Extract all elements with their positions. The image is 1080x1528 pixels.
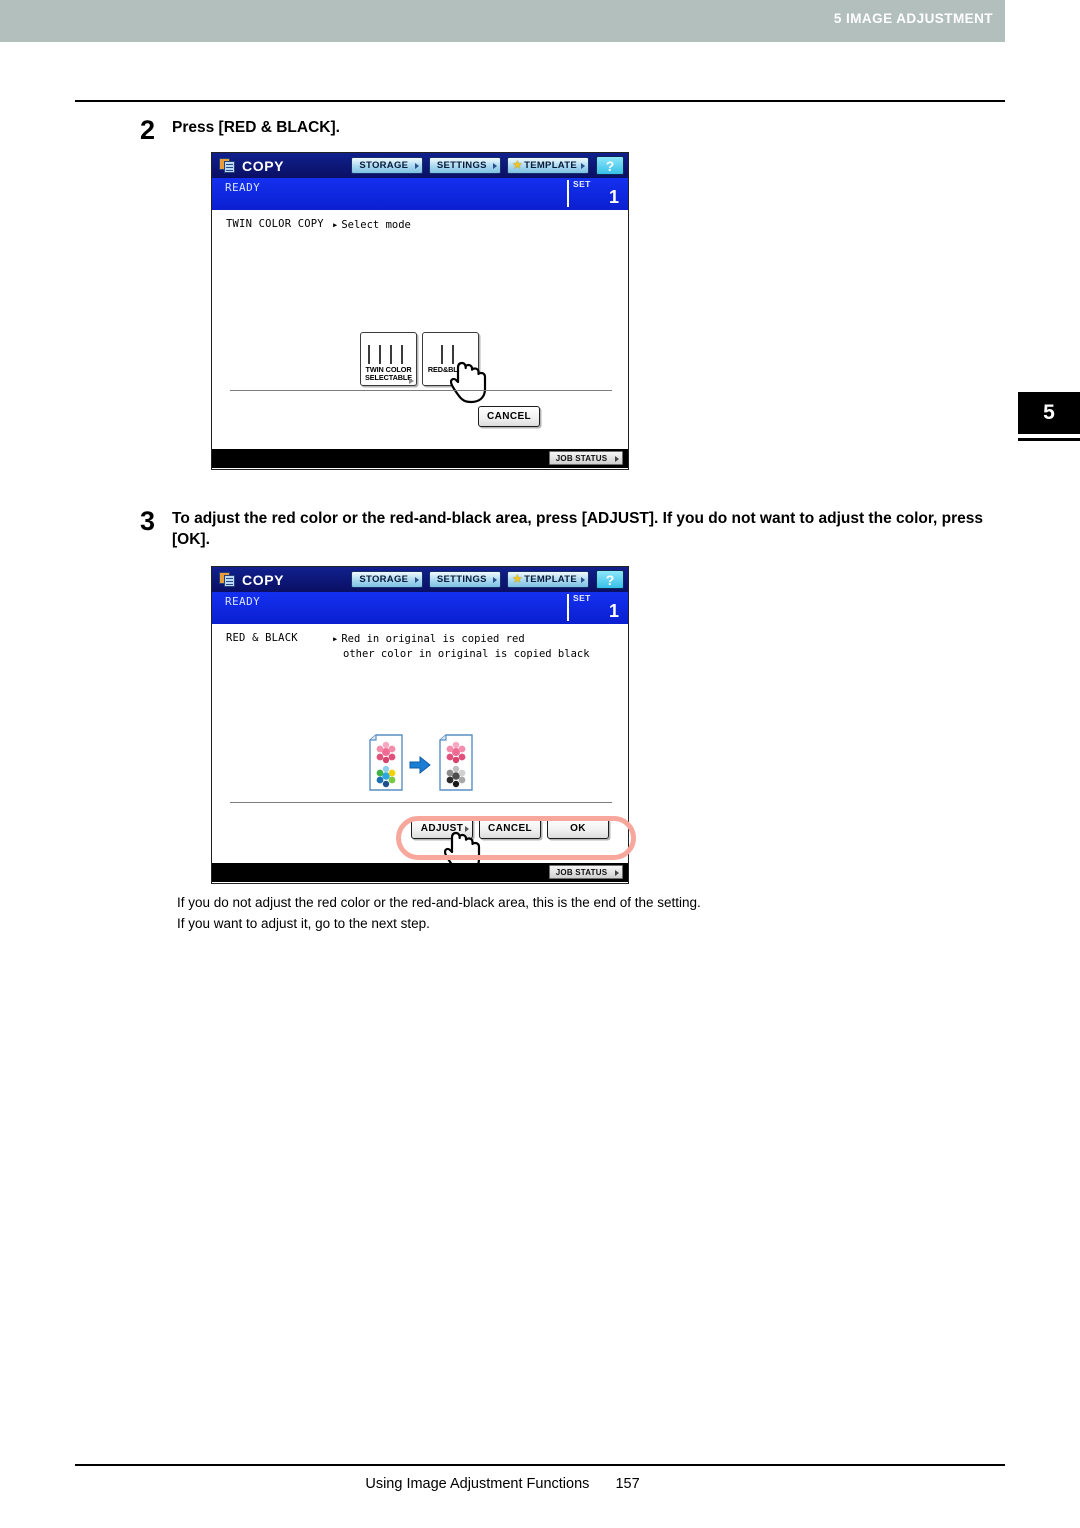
panel1-cancel-button[interactable]: CANCEL (478, 406, 540, 427)
panel1-settings-label: SETTINGS (436, 160, 487, 171)
chevron-right-icon (414, 577, 419, 583)
panel2-job-status-button[interactable]: JOB STATUS (549, 865, 623, 879)
toner-magenta-icon (378, 345, 388, 364)
panel1-mode-desc-text: Select mode (341, 219, 411, 231)
step-2-number: 2 (140, 115, 156, 145)
panel2-job-status-label: JOB STATUS (555, 867, 608, 877)
panel1-settings-button[interactable]: SETTINGS (428, 157, 501, 174)
panel2-storage-button[interactable]: STORAGE (350, 571, 423, 588)
chevron-right-icon (414, 163, 419, 169)
closing-note: If you do not adjust the red color or th… (177, 893, 977, 935)
panel2-settings-button[interactable]: SETTINGS (428, 571, 501, 588)
toner-red-icon (440, 345, 450, 364)
panel2-set-label: SET (573, 593, 591, 603)
panel1-mode-title: TWIN COLOR COPY (226, 218, 324, 230)
chevron-right-icon (615, 455, 619, 462)
color-document-icon (369, 734, 403, 791)
star-icon: ★ (512, 160, 523, 171)
right-arrow-icon (409, 755, 431, 775)
running-header-band: 5 IMAGE ADJUSTMENT (0, 0, 1005, 42)
panel1-template-button[interactable]: ★ TEMPLATE (506, 157, 589, 174)
panel1-storage-label: STORAGE (359, 160, 409, 171)
closing-note-line2: If you want to adjust it, go to the next… (177, 915, 430, 931)
panel1-set-label: SET (573, 179, 591, 189)
toner-yellow-icon (367, 345, 377, 364)
twin-color-toner-icons (361, 336, 416, 364)
closing-note-line1: If you do not adjust the red color or th… (177, 895, 701, 910)
panel1-status-bar: READY SET 1 (212, 178, 628, 210)
panel1-body: TWIN COLOR COPY ▸ Select mode TWIN COLOR … (212, 210, 628, 449)
panel2-divider (230, 802, 612, 803)
panel1-divider (230, 390, 612, 391)
button-group-highlight (396, 816, 636, 860)
pointing-hand-cursor (450, 361, 487, 404)
panel1-template-label: TEMPLATE (524, 160, 577, 171)
toner-black-icon (400, 345, 410, 364)
panel1-storage-button[interactable]: STORAGE (350, 157, 423, 174)
panel1-footer-bar: JOB STATUS (212, 449, 628, 468)
copy-documents-icon (219, 158, 236, 173)
star-icon: ★ (512, 574, 523, 585)
page-footer: Using Image Adjustment Functions 157 (0, 1476, 1005, 1492)
panel1-mode-desc: ▸ Select mode (332, 218, 411, 233)
panel2-title-bar: COPY STORAGE SETTINGS ★ TEMPLATE ? (212, 567, 628, 592)
step-3-number: 3 (140, 506, 156, 536)
twin-color-selectable-label: TWIN COLOR SELECTABLE (361, 364, 416, 382)
panel2-status-text: READY (225, 595, 261, 608)
red-black-preview-illustration (369, 734, 473, 791)
bullet-arrow-icon: ▸ (332, 633, 339, 645)
twin-color-selectable-button[interactable]: TWIN COLOR SELECTABLE (360, 332, 417, 386)
panel1-set-value: 1 (608, 187, 619, 207)
step-2: 2 Press [RED & BLACK]. (140, 117, 840, 144)
panel1-set-counter: SET 1 (567, 179, 623, 209)
page-footer-title: Using Image Adjustment Functions (365, 1476, 590, 1492)
chevron-right-icon (615, 869, 619, 876)
step-3-text: To adjust the red color or the red-and-b… (172, 510, 984, 549)
chevron-right-icon (492, 163, 497, 169)
toner-cyan-icon (389, 345, 399, 364)
panel2-description: ▸ Red in original is copied red other colo… (332, 632, 590, 662)
panel2-desc-line2: other color in original is copied black (343, 647, 590, 660)
chevron-right-icon (581, 163, 585, 169)
panel2-help-button[interactable]: ? (596, 570, 624, 589)
panel2-app-name: COPY (242, 571, 285, 588)
red-black-document-icon (439, 734, 473, 791)
copier-touch-panel-1[interactable]: COPY STORAGE SETTINGS ★ TEMPLATE ? READY… (211, 152, 629, 470)
panel1-status-text: READY (225, 181, 261, 194)
panel2-set-counter: SET 1 (567, 593, 623, 623)
chevron-right-icon (409, 378, 414, 384)
panel2-storage-label: STORAGE (359, 574, 409, 585)
panel2-set-value: 1 (608, 601, 619, 621)
panel1-title-bar: COPY STORAGE SETTINGS ★ TEMPLATE ? (212, 153, 628, 178)
panel2-desc-line1: Red in original is copied red (341, 633, 525, 645)
chevron-right-icon (492, 577, 497, 583)
panel2-settings-label: SETTINGS (436, 574, 487, 585)
page-number: 157 (615, 1476, 640, 1492)
panel1-job-status-button[interactable]: JOB STATUS (549, 451, 623, 465)
chevron-right-icon (581, 577, 585, 583)
twin-color-label-line2: SELECTABLE (364, 372, 413, 382)
panel2-footer-bar: JOB STATUS (212, 863, 628, 882)
panel1-app-name: COPY (242, 157, 285, 174)
content-top-rule (75, 100, 1005, 102)
copy-documents-icon (219, 572, 236, 587)
bullet-arrow-icon: ▸ (332, 219, 339, 231)
step-3: 3 To adjust the red color or the red-and… (140, 508, 1020, 551)
content-bottom-rule (75, 1464, 1005, 1466)
panel2-status-bar: READY SET 1 (212, 592, 628, 624)
running-header-title: 5 IMAGE ADJUSTMENT (833, 11, 993, 26)
step-2-text: Press [RED & BLACK]. (172, 119, 340, 136)
panel1-job-status-label: JOB STATUS (555, 453, 608, 463)
panel2-template-label: TEMPLATE (524, 574, 577, 585)
chapter-tab-rule (1018, 438, 1080, 441)
panel2-mode-title: RED & BLACK (226, 632, 298, 644)
chapter-tab: 5 (1018, 392, 1080, 434)
panel2-template-button[interactable]: ★ TEMPLATE (506, 571, 589, 588)
panel1-help-button[interactable]: ? (596, 156, 624, 175)
panel1-set-divider (567, 180, 569, 207)
panel2-set-divider (567, 594, 569, 621)
